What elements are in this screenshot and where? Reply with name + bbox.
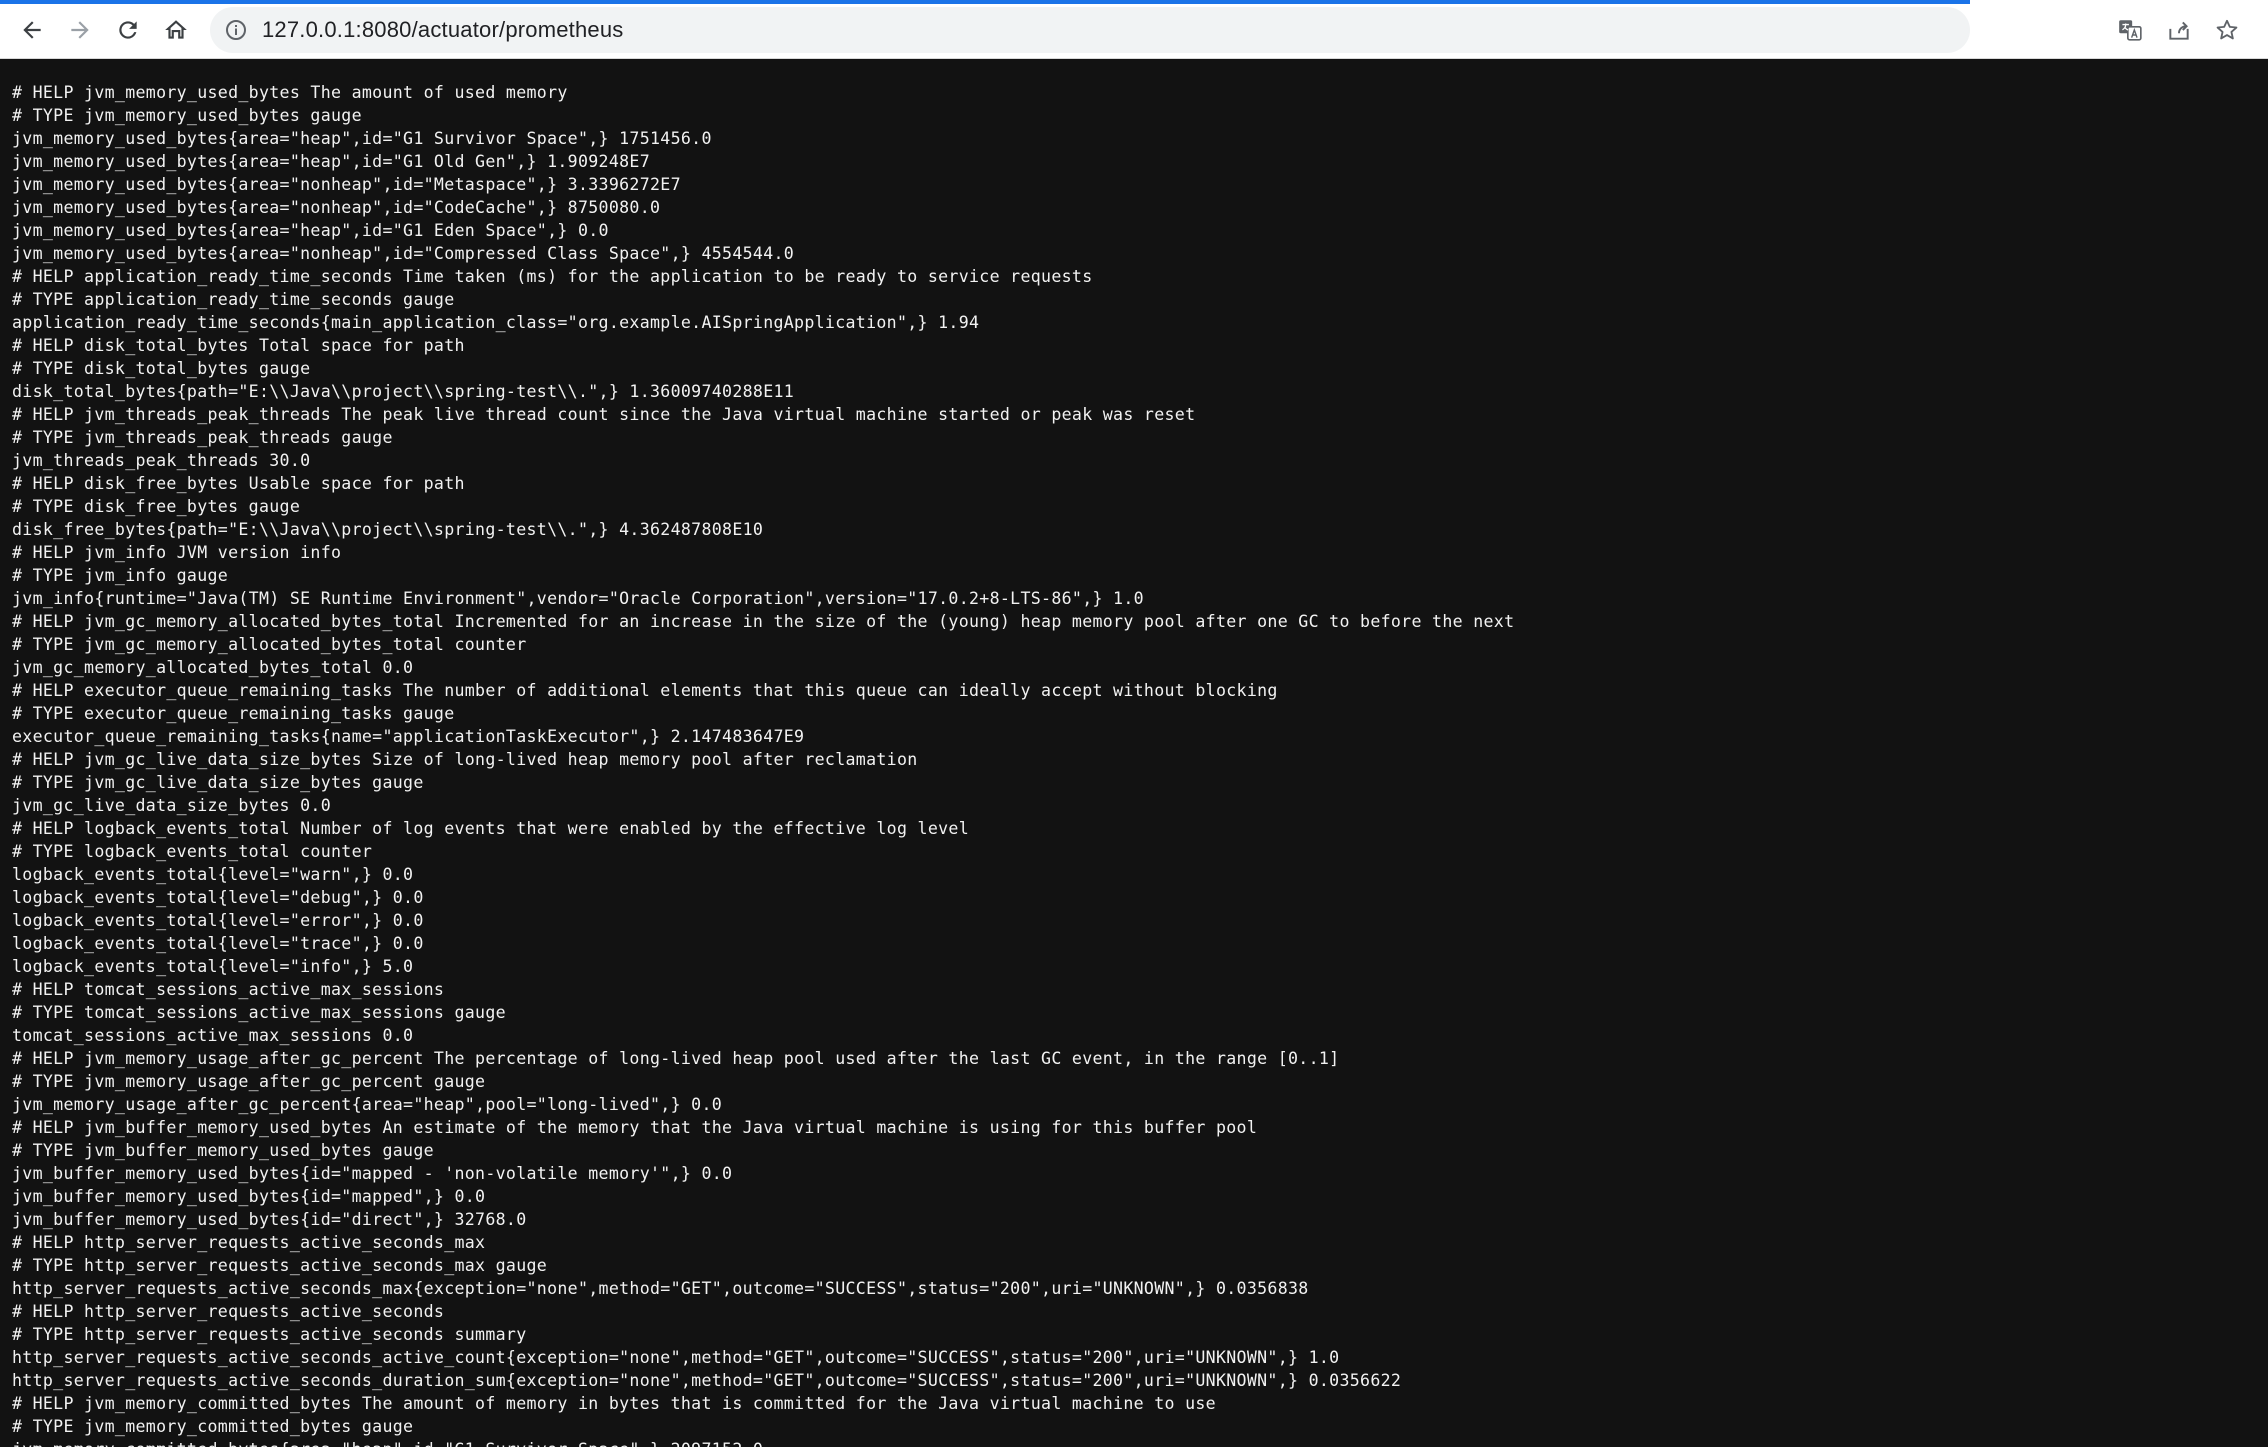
translate-icon	[2119, 20, 2142, 41]
metric-sample-line: jvm_threads_peak_threads 30.0	[12, 451, 311, 470]
metric-sample-line: tomcat_sessions_active_max_sessions 0.0	[12, 1026, 414, 1045]
metric-type-line: # TYPE logback_events_total counter	[12, 842, 373, 861]
metric-sample-line: jvm_memory_used_bytes{area="nonheap",id=…	[12, 175, 681, 194]
translate-button[interactable]	[2112, 12, 2148, 48]
address-bar[interactable]: 127.0.0.1:8080/actuator/prometheus	[210, 7, 1970, 53]
metric-sample-line: disk_total_bytes{path="E:\\Java\\project…	[12, 382, 795, 401]
metric-type-line: # TYPE jvm_gc_live_data_size_bytes gauge	[12, 773, 424, 792]
star-icon	[2216, 19, 2238, 40]
metric-type-line: # TYPE jvm_buffer_memory_used_bytes gaug…	[12, 1141, 434, 1160]
metric-help-line: # HELP jvm_memory_usage_after_gc_percent…	[12, 1049, 1340, 1068]
metric-sample-line: jvm_memory_used_bytes{area="heap",id="G1…	[12, 152, 650, 171]
metric-sample-line: http_server_requests_active_seconds_dura…	[12, 1371, 1402, 1390]
back-arrow-icon	[23, 21, 41, 39]
metric-type-line: # TYPE http_server_requests_active_secon…	[12, 1256, 548, 1275]
reload-button[interactable]	[108, 10, 148, 50]
page-viewport: # HELP jvm_memory_used_bytes The amount …	[0, 59, 2268, 1447]
metric-sample-line: jvm_memory_used_bytes{area="heap",id="G1…	[12, 221, 609, 240]
metric-sample-line: jvm_memory_committed_bytes{area="heap",i…	[12, 1438, 2268, 1447]
url-text[interactable]: 127.0.0.1:8080/actuator/prometheus	[262, 7, 624, 53]
info-icon[interactable]	[224, 18, 248, 42]
metric-sample-line: disk_free_bytes{path="E:\\Java\\project\…	[12, 520, 764, 539]
metric-help-line: # HELP jvm_buffer_memory_used_bytes An e…	[12, 1118, 1258, 1137]
metric-help-line: # HELP application_ready_time_seconds Ti…	[12, 267, 1093, 286]
metric-help-line: # HELP jvm_threads_peak_threads The peak…	[12, 405, 1196, 424]
forward-arrow-icon	[71, 21, 89, 39]
metric-sample-line: jvm_gc_memory_allocated_bytes_total 0.0	[12, 658, 414, 677]
metric-type-line: # TYPE jvm_threads_peak_threads gauge	[12, 428, 393, 447]
metric-type-line: # TYPE disk_free_bytes gauge	[12, 497, 301, 516]
metric-type-line: # TYPE application_ready_time_seconds ga…	[12, 290, 455, 309]
metric-sample-line: application_ready_time_seconds{main_appl…	[12, 313, 980, 332]
metric-type-line: # TYPE executor_queue_remaining_tasks ga…	[12, 704, 455, 723]
metric-sample-line: logback_events_total{level="trace",} 0.0	[12, 934, 424, 953]
metric-help-line: # HELP disk_total_bytes Total space for …	[12, 336, 465, 355]
metric-sample-line: jvm_memory_used_bytes{area="nonheap",id=…	[12, 198, 661, 217]
metric-help-line: # HELP http_server_requests_active_secon…	[12, 1302, 445, 1321]
bookmark-button[interactable]	[2209, 12, 2245, 48]
metric-sample-line: jvm_gc_live_data_size_bytes 0.0	[12, 796, 331, 815]
metric-type-line: # TYPE jvm_info gauge	[12, 566, 229, 585]
metric-help-line: # HELP jvm_info JVM version info	[12, 543, 342, 562]
metric-type-line: # TYPE jvm_memory_usage_after_gc_percent…	[12, 1072, 486, 1091]
metric-help-line: # HELP jvm_memory_committed_bytes The am…	[12, 1394, 1216, 1413]
metric-type-line: # TYPE jvm_gc_memory_allocated_bytes_tot…	[12, 635, 527, 654]
browser-toolbar: 127.0.0.1:8080/actuator/prometheus	[0, 0, 2268, 59]
metric-sample-line: jvm_memory_usage_after_gc_percent{area="…	[12, 1095, 723, 1114]
metric-sample-line: logback_events_total{level="info",} 5.0	[12, 957, 414, 976]
metric-sample-line: logback_events_total{level="warn",} 0.0	[12, 865, 414, 884]
metric-sample-line: jvm_info{runtime="Java(TM) SE Runtime En…	[12, 589, 1144, 608]
metric-sample-line: jvm_memory_used_bytes{area="nonheap",id=…	[12, 244, 795, 263]
metric-help-line: # HELP jvm_memory_used_bytes The amount …	[12, 83, 568, 102]
metric-sample-line: executor_queue_remaining_tasks{name="app…	[12, 727, 805, 746]
metric-sample-line: jvm_buffer_memory_used_bytes{id="direct"…	[12, 1210, 527, 1229]
metric-type-line: # TYPE http_server_requests_active_secon…	[12, 1325, 527, 1344]
metric-sample-line: jvm_memory_used_bytes{area="heap",id="G1…	[12, 129, 712, 148]
metric-help-line: # HELP http_server_requests_active_secon…	[12, 1233, 486, 1252]
metric-help-line: # HELP jvm_gc_live_data_size_bytes Size …	[12, 750, 918, 769]
metric-type-line: # TYPE jvm_memory_committed_bytes gauge	[12, 1417, 414, 1436]
metric-help-line: # HELP jvm_gc_memory_allocated_bytes_tot…	[12, 612, 1515, 631]
metric-sample-line: jvm_buffer_memory_used_bytes{id="mapped …	[12, 1164, 733, 1183]
prometheus-metrics-text: # HELP jvm_memory_used_bytes The amount …	[0, 59, 2268, 1447]
back-button[interactable]	[12, 10, 52, 50]
metric-help-line: # HELP disk_free_bytes Usable space for …	[12, 474, 465, 493]
metric-type-line: # TYPE disk_total_bytes gauge	[12, 359, 311, 378]
reload-icon	[119, 21, 137, 39]
metric-help-line: # HELP logback_events_total Number of lo…	[12, 819, 969, 838]
metric-type-line: # TYPE jvm_memory_used_bytes gauge	[12, 106, 362, 125]
home-icon	[165, 20, 187, 39]
share-button[interactable]	[2161, 12, 2197, 48]
metric-sample-line: logback_events_total{level="debug",} 0.0	[12, 888, 424, 907]
metric-sample-line: http_server_requests_active_seconds_acti…	[12, 1348, 1340, 1367]
metric-type-line: # TYPE tomcat_sessions_active_max_sessio…	[12, 1003, 506, 1022]
page-load-progress-bar	[0, 0, 1970, 4]
forward-button[interactable]	[60, 10, 100, 50]
metric-help-line: # HELP executor_queue_remaining_tasks Th…	[12, 681, 1278, 700]
home-button[interactable]	[156, 10, 196, 50]
share-icon	[2169, 21, 2189, 40]
metric-sample-line: jvm_buffer_memory_used_bytes{id="mapped"…	[12, 1187, 486, 1206]
metric-sample-line: logback_events_total{level="error",} 0.0	[12, 911, 424, 930]
metric-sample-line: http_server_requests_active_seconds_max{…	[12, 1279, 1309, 1298]
metric-help-line: # HELP tomcat_sessions_active_max_sessio…	[12, 980, 445, 999]
